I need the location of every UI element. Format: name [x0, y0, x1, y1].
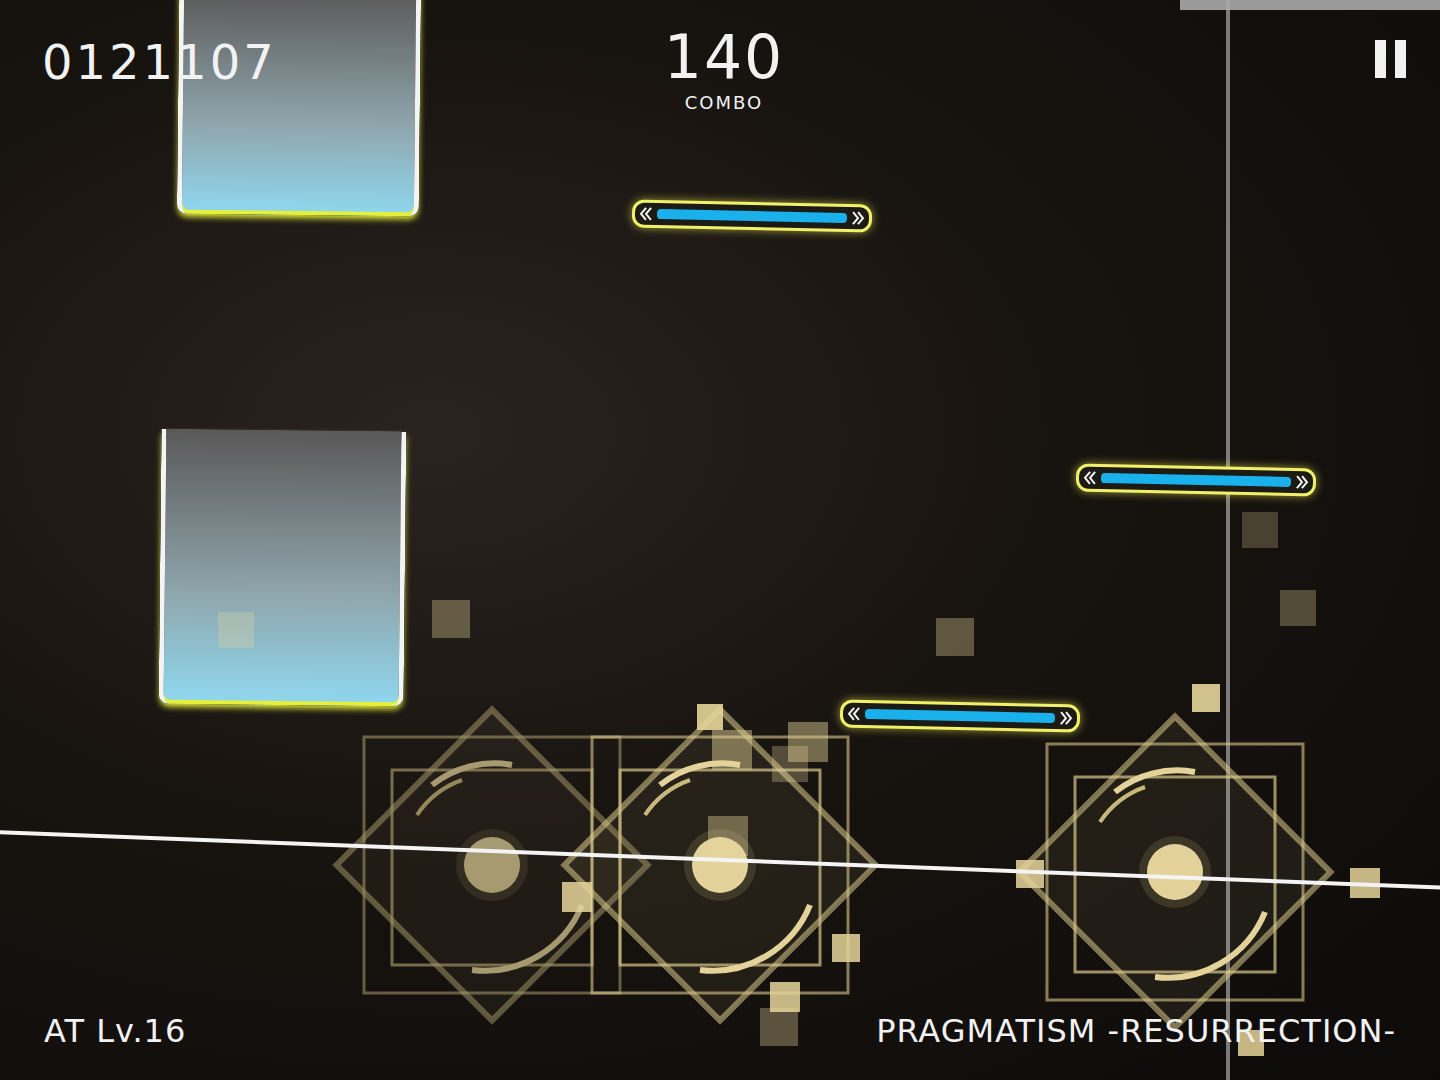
chevron-icon: [851, 210, 865, 226]
particle: [218, 612, 254, 648]
pause-icon[interactable]: [1375, 40, 1406, 78]
particle: [1242, 512, 1278, 548]
play-field[interactable]: [0, 0, 1440, 1080]
progress-strip: [1180, 0, 1440, 10]
hold-note[interactable]: [177, 0, 421, 216]
combo: 140COMBO: [664, 22, 785, 113]
particle: [562, 882, 592, 912]
chevron-icon: [639, 206, 653, 222]
particle: [708, 816, 748, 856]
particle: [697, 704, 723, 730]
chevron-icon: [1083, 470, 1097, 486]
combo-count: 140: [664, 22, 785, 92]
particle: [772, 746, 808, 782]
hud-bottom: AT Lv.16 PRAGMATISM -RESURRECTION-: [0, 1012, 1440, 1080]
flick-note[interactable]: [840, 699, 1081, 732]
chevron-icon: [847, 706, 861, 722]
hold-note[interactable]: [159, 429, 407, 707]
hud-top: 0121107140COMBO: [0, 0, 1440, 113]
combo-label: COMBO: [685, 92, 763, 113]
particle: [760, 1008, 798, 1046]
flick-note[interactable]: [632, 199, 873, 232]
particle: [712, 730, 752, 770]
particle: [936, 618, 974, 656]
particle: [1192, 684, 1220, 712]
game-screen: 0121107140COMBO AT Lv.16 PRAGMATISM -RESUR…: [0, 0, 1440, 1080]
chevron-icon: [1295, 474, 1309, 490]
particle: [432, 600, 470, 638]
chevron-icon: [1059, 710, 1073, 726]
difficulty: AT Lv.16: [44, 1012, 186, 1050]
score: 0121107: [42, 22, 664, 90]
particle: [1280, 590, 1316, 626]
flick-note[interactable]: [1076, 463, 1317, 496]
particle: [832, 934, 860, 962]
song-title: PRAGMATISM -RESURRECTION-: [876, 1012, 1396, 1050]
